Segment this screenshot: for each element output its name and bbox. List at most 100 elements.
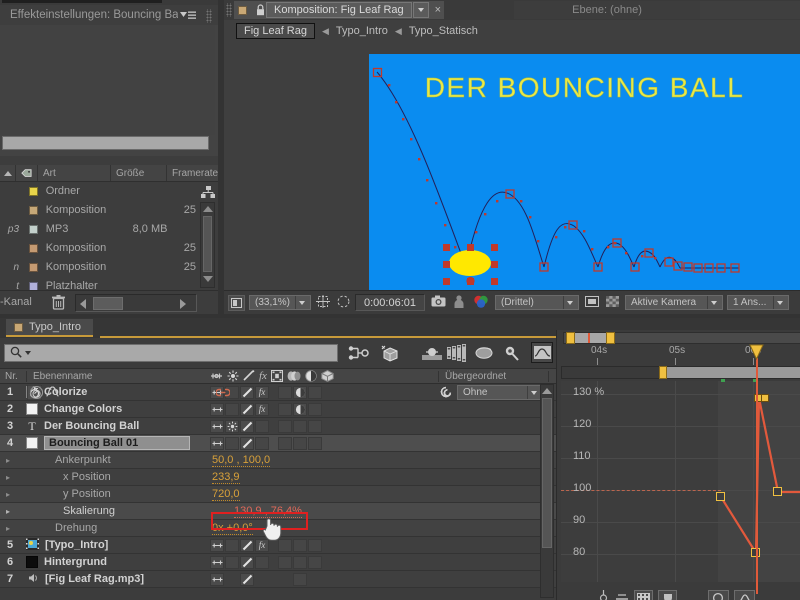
3d-switch[interactable] <box>308 420 322 433</box>
fx-switch[interactable]: fx <box>255 403 269 416</box>
search-field[interactable] <box>35 347 337 359</box>
easy-ease-icon[interactable] <box>734 590 755 600</box>
work-area-end-handle[interactable] <box>606 332 615 344</box>
graph-plot-area[interactable]: 130 % 120 110 100 90 80 <box>561 381 800 582</box>
property-row[interactable]: ▸ y Position 720,0 <box>0 486 556 503</box>
table-row[interactable]: 6 Hintergrund <box>0 554 556 571</box>
layer-name[interactable]: [Typo_Intro] <box>45 539 195 551</box>
shy-icon[interactable] <box>475 346 495 363</box>
property-expand-arrow[interactable]: ▸ <box>6 473 10 482</box>
project-vscrollbar[interactable] <box>200 202 215 288</box>
layer-name[interactable]: Colorize <box>44 386 194 398</box>
video-switch[interactable] <box>210 556 224 569</box>
adjustment-switch[interactable] <box>293 539 307 552</box>
property-expand-arrow[interactable]: ▸ <box>6 524 10 533</box>
list-item[interactable]: Komposition 25 <box>0 201 196 220</box>
frame-blend-switch[interactable] <box>278 386 292 399</box>
scroll-down-arrow[interactable] <box>203 276 213 282</box>
list-item[interactable]: n Komposition 25 <box>0 258 196 277</box>
breadcrumb-item-1[interactable]: Typo_Intro <box>336 25 388 37</box>
sort-arrow-icon[interactable] <box>0 165 16 181</box>
region-of-interest-icon[interactable] <box>228 295 245 311</box>
layer-name[interactable]: Bouncing Ball 01 <box>44 436 190 450</box>
fx-switch[interactable] <box>255 437 269 450</box>
video-switch[interactable] <box>210 420 224 433</box>
tab-layer[interactable]: Ebene: (ohne) <box>514 1 700 19</box>
keyframe-selected[interactable] <box>761 394 769 402</box>
playhead-icon[interactable] <box>749 344 764 363</box>
parent-select[interactable]: Ohne <box>457 385 543 400</box>
live-update-icon[interactable] <box>348 345 370 364</box>
grid-guides-icon[interactable] <box>315 295 331 311</box>
effects-panel-hscrollbar[interactable] <box>2 136 209 150</box>
scroll-up-arrow[interactable] <box>542 388 552 394</box>
work-area-marker[interactable] <box>659 366 667 379</box>
frame-blend-switch[interactable] <box>278 420 292 433</box>
video-switch[interactable] <box>210 437 224 450</box>
3d-switch[interactable] <box>293 573 307 586</box>
adjustment-switch[interactable] <box>293 556 307 569</box>
list-item[interactable]: Komposition 25 <box>0 239 196 258</box>
video-switch[interactable] <box>210 539 224 552</box>
value-graph-curve[interactable] <box>561 381 800 582</box>
mask-icon[interactable] <box>335 295 351 311</box>
snap-icon[interactable] <box>658 590 677 600</box>
layer-name[interactable]: Der Bouncing Ball <box>44 420 194 432</box>
tab-timeline-typo-intro[interactable]: Typo_Intro <box>6 319 93 337</box>
table-row[interactable]: 3 T Der Bouncing Ball <box>0 418 556 435</box>
column-art[interactable]: Art <box>38 165 111 181</box>
fx-switch[interactable] <box>255 556 269 569</box>
work-area-range[interactable] <box>572 333 610 343</box>
frame-blend-switch[interactable] <box>278 403 292 416</box>
adjustment-switch[interactable] <box>293 403 307 416</box>
fx-switch[interactable] <box>255 420 269 433</box>
timeline-vscrollbar[interactable] <box>540 384 554 598</box>
tab-composition[interactable]: Komposition: Fig Leaf Rag × <box>234 1 444 19</box>
graph-editor-icon[interactable] <box>531 342 553 363</box>
frame-blend-icon[interactable] <box>447 344 469 365</box>
label-color-icon[interactable] <box>16 165 38 181</box>
video-switch[interactable] <box>210 403 224 416</box>
lock-switch[interactable] <box>240 386 254 399</box>
zoom-level-select[interactable]: (33,1%) <box>249 295 311 310</box>
breadcrumb-item-2[interactable]: Typo_Statisch <box>409 25 478 37</box>
stopwatch-icon[interactable] <box>30 386 43 399</box>
property-expand-arrow[interactable]: ▸ <box>6 490 10 499</box>
property-expand-arrow[interactable]: ▸ <box>6 456 10 465</box>
separate-dimensions-icon[interactable] <box>597 590 610 600</box>
frame-blend-switch[interactable] <box>278 437 292 450</box>
property-row[interactable]: ▸ Ankerpunkt 50,0 , 100,0 <box>0 452 556 469</box>
adjustment-switch[interactable] <box>293 437 307 450</box>
scroll-up-arrow[interactable] <box>203 206 213 212</box>
search-input[interactable] <box>4 344 338 362</box>
audio-switch[interactable] <box>225 420 239 433</box>
3d-switch[interactable] <box>308 539 322 552</box>
camera-select[interactable]: Aktive Kamera <box>625 295 723 310</box>
scrollbar-thumb[interactable] <box>542 398 552 548</box>
scrollbar-thumb[interactable] <box>203 216 212 272</box>
list-item[interactable]: p3 MP3 8,0 MB <box>0 220 196 239</box>
3d-switch[interactable] <box>308 403 322 416</box>
graph-editor-toggle-icon[interactable] <box>505 344 525 364</box>
column-nr[interactable]: Nr. <box>0 371 26 382</box>
lock-icon[interactable] <box>256 4 265 19</box>
parent-pickwhip-icon[interactable] <box>440 386 452 401</box>
video-switch[interactable] <box>210 573 224 586</box>
fit-selection-icon[interactable] <box>615 591 629 600</box>
lock-switch[interactable] <box>240 403 254 416</box>
layer-selection-handles[interactable] <box>443 244 499 286</box>
table-row[interactable]: 4 Bouncing Ball 01 <box>0 435 556 452</box>
column-ebenenname[interactable]: Ebenenname <box>27 371 207 382</box>
link-icon[interactable] <box>216 388 230 400</box>
keyframe[interactable] <box>716 492 725 501</box>
fx-switch[interactable] <box>255 573 269 586</box>
lock-switch[interactable] <box>240 420 254 433</box>
motion-blur-icon[interactable] <box>422 346 442 364</box>
3d-switch[interactable] <box>308 386 322 399</box>
panel-gripper[interactable] <box>206 9 213 23</box>
nav-value-field[interactable] <box>93 297 123 310</box>
lock-switch[interactable] <box>240 556 254 569</box>
audio-switch[interactable] <box>225 437 239 450</box>
composition-canvas[interactable]: DER BOUNCING BALL <box>369 54 800 290</box>
fx-switch[interactable]: fx <box>255 386 269 399</box>
